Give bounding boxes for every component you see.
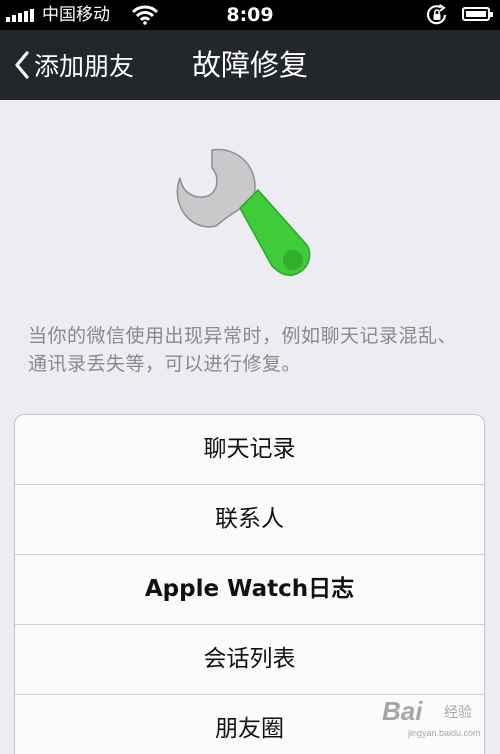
option-contacts[interactable]: 联系人	[15, 485, 484, 555]
page-title: 故障修复	[191, 48, 308, 82]
navigation-bar: 添加朋友 故障修复	[0, 30, 500, 100]
option-conversation-list[interactable]: 会话列表	[15, 625, 484, 695]
watermark-product: 经验	[444, 704, 472, 720]
watermark-brand: Bai	[382, 696, 423, 726]
repair-description: 当你的微信使用出现异常时，例如聊天记录混乱、通讯录丢失等，可以进行修复。	[28, 325, 458, 375]
watermark-url: jingyan.baidu.com	[408, 728, 481, 738]
battery-icon	[462, 7, 493, 21]
wrench-icon	[176, 148, 311, 277]
watermark-logo: Bai 经验 jingyan.baidu.com	[382, 696, 492, 740]
option-chat-history[interactable]: 聊天记录	[15, 415, 484, 485]
option-apple-watch-log[interactable]: Apple Watch日志	[15, 555, 484, 625]
rotation-lock-icon	[425, 4, 449, 30]
status-bar: 中国移动 8:09	[0, 0, 500, 30]
